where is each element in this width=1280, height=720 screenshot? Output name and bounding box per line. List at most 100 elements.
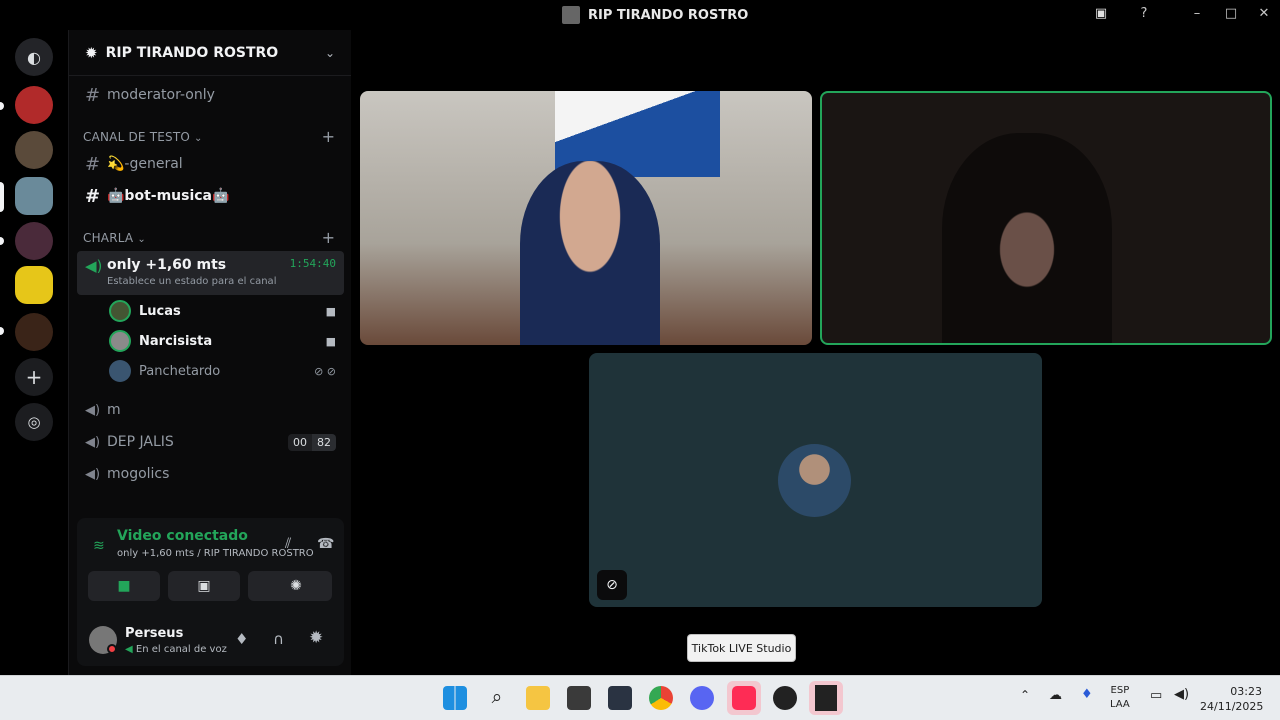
server-avatar[interactable] xyxy=(15,266,53,304)
window-title: RIP TIRANDO ROSTRO xyxy=(562,6,748,24)
unread-pip xyxy=(0,102,4,110)
screen-share-icon[interactable]: ▣ xyxy=(1091,6,1111,21)
minimize-button[interactable]: – xyxy=(1187,6,1207,21)
video-tile-1[interactable] xyxy=(360,91,812,345)
effects-button[interactable]: ✺ xyxy=(260,571,332,601)
language-indicator[interactable]: ESP LAA xyxy=(1110,684,1130,712)
disconnect-icon[interactable]: ☎ xyxy=(317,536,334,552)
windows-start-icon[interactable] xyxy=(443,686,467,710)
channel-bot-musica[interactable]: # 🤖bot-musica🤖 xyxy=(77,181,344,211)
add-channel-icon[interactable]: + xyxy=(322,127,335,146)
clock-date: 24/11/2025 xyxy=(1200,700,1264,713)
onedrive-icon[interactable]: ☁ xyxy=(1049,688,1062,703)
voice-channel-active[interactable]: ◀) only +1,60 mts 1:54:40 Establece un e… xyxy=(77,251,344,295)
window-title-text: RIP TIRANDO ROSTRO xyxy=(588,7,749,23)
server-header[interactable]: ✹ RIP TIRANDO ROSTRO ⌄ xyxy=(69,30,351,76)
channel-general[interactable]: # 💫-general xyxy=(77,149,344,179)
epic-games-icon[interactable] xyxy=(809,681,843,715)
voice-channel-m[interactable]: ◀) m xyxy=(77,395,344,425)
server-avatar[interactable] xyxy=(15,313,53,351)
user-panel: Perseus ◀ En el canal de voz ♦ ∩ ✹ xyxy=(77,620,344,662)
voice-channel-dep-jalis[interactable]: ◀) DEP JALIS 00 82 xyxy=(77,427,344,457)
server-avatar[interactable] xyxy=(15,131,53,169)
channel-label: moderator-only xyxy=(107,87,215,103)
help-icon[interactable]: ? xyxy=(1134,6,1154,21)
network-icon[interactable]: ▭ xyxy=(1150,688,1162,703)
voice-channel-mogolics[interactable]: ◀) mogolics xyxy=(77,459,344,489)
category-label: CANAL DE TESTO xyxy=(83,130,191,144)
active-pip xyxy=(0,182,4,212)
user-name: Perseus xyxy=(125,626,184,641)
discord-home-icon[interactable]: ◐ xyxy=(15,38,53,76)
headphones-icon[interactable]: ∩ xyxy=(273,630,284,648)
user-count: 00 xyxy=(288,433,312,451)
voice-user-panchetardo[interactable]: Panchetardo ⊘ ⊘ xyxy=(109,358,336,384)
person-video xyxy=(942,133,1112,343)
speaker-icon: ◀) xyxy=(85,402,101,418)
chevron-down-icon: ⌄ xyxy=(194,133,203,144)
channel-status-hint[interactable]: Establece un estado para el canal xyxy=(107,276,344,287)
voice-user-name: Narcisista xyxy=(139,333,213,349)
avatar xyxy=(109,360,131,382)
hash-icon: # xyxy=(85,84,101,106)
category-charla[interactable]: CHARLA ⌄ xyxy=(83,231,146,245)
channel-label: m xyxy=(107,402,121,418)
search-icon[interactable]: ⌕ xyxy=(485,686,509,710)
windows-taskbar: ⌕ ⌃ ☁ ♦ ESP LAA ▭ ◀) 03:23 24/11/2025 xyxy=(0,675,1280,720)
mic-icon[interactable]: ♦ xyxy=(235,630,248,648)
chevron-down-icon: ⌄ xyxy=(137,234,146,245)
add-server-icon[interactable]: + xyxy=(15,358,53,396)
channel-label: 🤖bot-musica🤖 xyxy=(107,188,230,204)
user-limit-badge: 00 82 xyxy=(288,433,336,451)
maximize-button[interactable]: □ xyxy=(1221,6,1241,21)
app-icon[interactable] xyxy=(608,686,632,710)
voice-user-name: Lucas xyxy=(139,303,181,319)
camera-icon: ■ xyxy=(325,334,336,348)
camera-button[interactable]: ■ xyxy=(88,571,160,601)
speaker-icon: ◀ xyxy=(125,644,136,655)
chevron-down-icon: ⌄ xyxy=(324,45,335,60)
mic-icon[interactable]: ♦ xyxy=(1081,687,1093,702)
category-canal-de-testo[interactable]: CANAL DE TESTO ⌄ xyxy=(83,130,203,144)
voice-user-lucas[interactable]: Lucas ■ xyxy=(109,298,336,324)
user-voice-status: ◀ En el canal de voz xyxy=(125,644,227,655)
speaker-icon: ◀) xyxy=(85,257,103,275)
voicemeeter-icon[interactable] xyxy=(567,686,591,710)
server-rail: ◐ + ◎ xyxy=(0,30,68,675)
server-avatar[interactable] xyxy=(15,86,53,124)
noise-suppression-icon[interactable]: ⫽ xyxy=(285,536,291,552)
close-button[interactable]: ✕ xyxy=(1254,6,1274,21)
avatar-tile[interactable]: ⊘ xyxy=(589,353,1042,607)
app-icon[interactable] xyxy=(773,686,797,710)
voice-status: Video conectado xyxy=(117,528,248,544)
tiktok-icon[interactable] xyxy=(727,681,761,715)
volume-icon[interactable]: ◀) xyxy=(1174,687,1189,702)
user-limit: 82 xyxy=(312,433,336,451)
channel-moderator-only[interactable]: # moderator-only xyxy=(77,80,344,110)
avatar xyxy=(109,300,131,322)
discord-icon[interactable] xyxy=(690,686,714,710)
video-stage: ⊘ xyxy=(351,30,1280,675)
camera-off-icon: ⊘ xyxy=(597,570,627,600)
video-tile-2[interactable] xyxy=(820,91,1272,345)
screen-share-button[interactable]: ▣ xyxy=(168,571,240,601)
add-channel-icon[interactable]: + xyxy=(322,228,335,247)
gear-icon: ✹ xyxy=(85,43,98,62)
avatar xyxy=(109,330,131,352)
server-avatar-active[interactable] xyxy=(15,177,53,215)
lang-code: ESP xyxy=(1110,685,1130,696)
clock[interactable]: 03:23 24/11/2025 xyxy=(1200,684,1264,714)
settings-gear-icon[interactable]: ✹ xyxy=(309,628,323,648)
chrome-icon[interactable] xyxy=(649,686,673,710)
voice-user-narcisista[interactable]: Narcisista ■ xyxy=(109,328,336,354)
title-bar: RIP TIRANDO ROSTRO ▣ ? – □ ✕ xyxy=(0,0,1280,30)
channel-label: 💫-general xyxy=(107,156,183,172)
file-explorer-icon[interactable] xyxy=(526,686,550,710)
explore-icon[interactable]: ◎ xyxy=(15,403,53,441)
hash-icon: # xyxy=(85,185,101,207)
server-avatar[interactable] xyxy=(15,222,53,260)
person-video xyxy=(520,161,660,345)
chevron-up-icon[interactable]: ⌃ xyxy=(1020,688,1030,702)
clock-time: 03:23 xyxy=(1230,685,1262,698)
server-icon xyxy=(562,6,580,24)
